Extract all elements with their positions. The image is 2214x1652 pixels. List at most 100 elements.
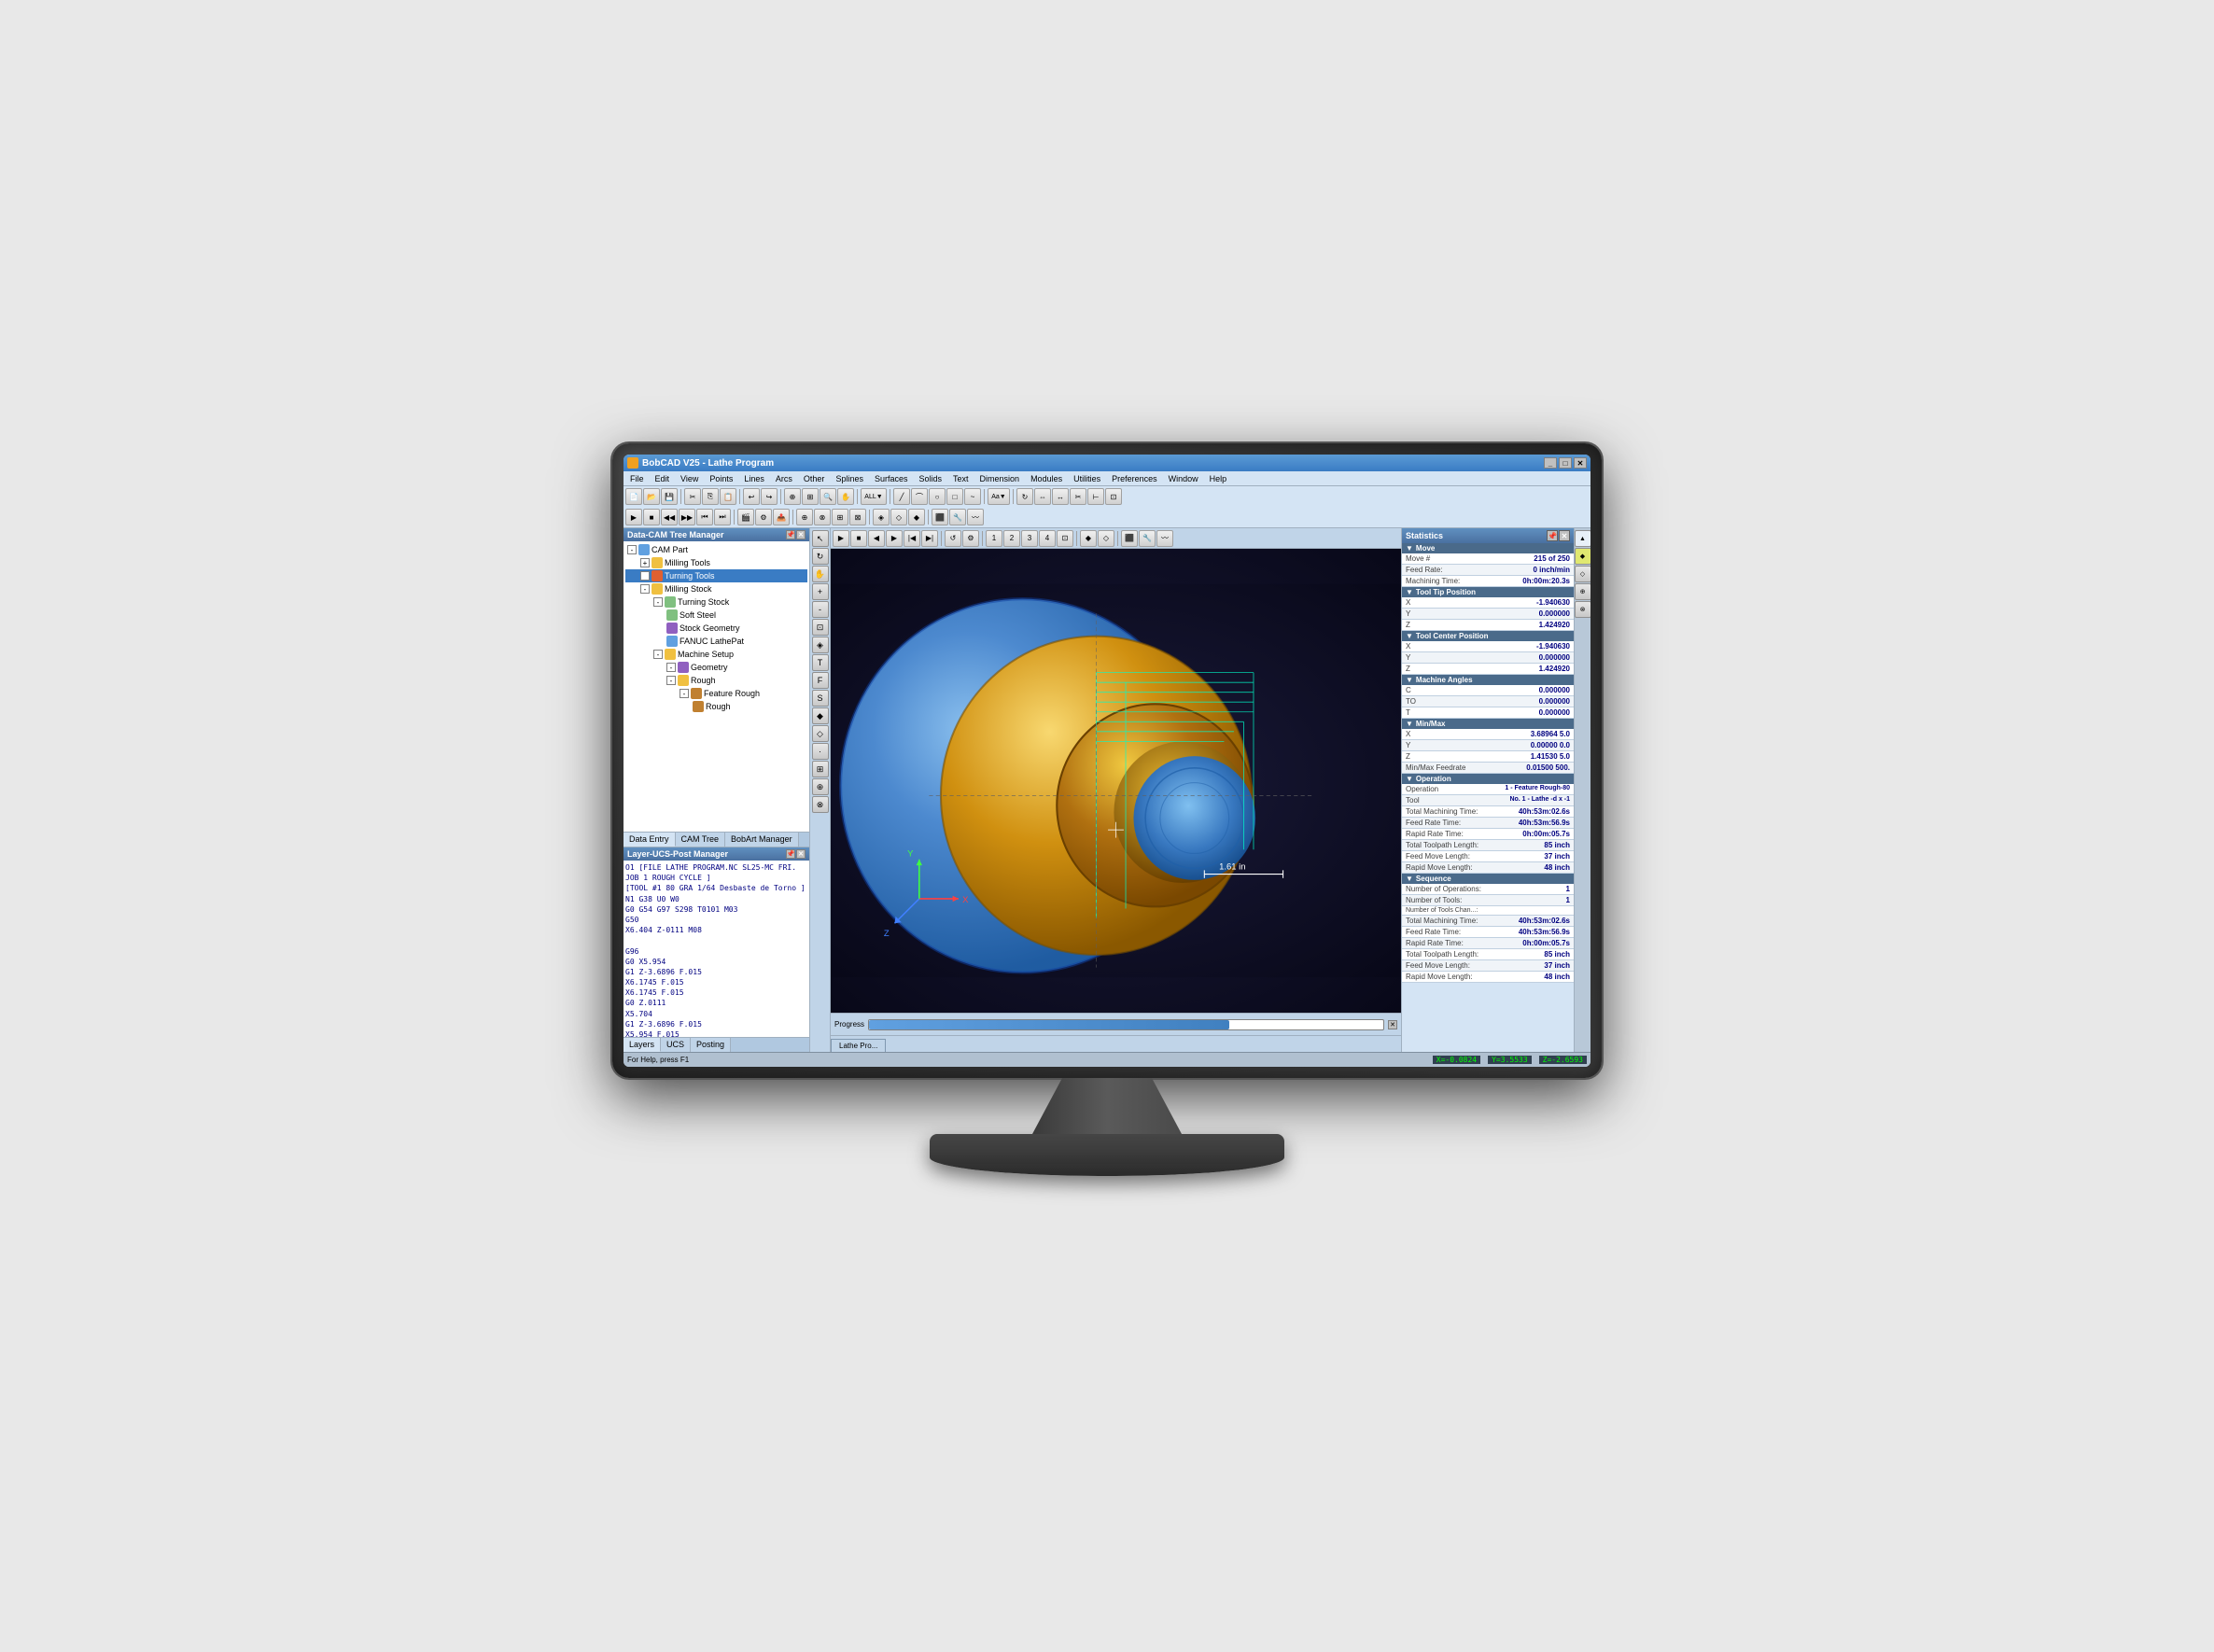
tb-pan[interactable]: ✋: [837, 488, 854, 505]
side-btn-view-front[interactable]: F: [812, 672, 829, 689]
side-btn-snap-mid[interactable]: ⊗: [812, 796, 829, 813]
close-button[interactable]: ✕: [1574, 457, 1587, 469]
progress-panel-close[interactable]: ✕: [1388, 1020, 1397, 1029]
tb2-play[interactable]: ▶: [625, 509, 642, 525]
tree-expand-milling[interactable]: +: [640, 558, 650, 567]
tab-layers[interactable]: Layers: [624, 1038, 661, 1052]
side-btn-snap-end[interactable]: ⊕: [812, 778, 829, 795]
menu-splines[interactable]: Splines: [831, 473, 868, 484]
tb-undo[interactable]: ↩: [743, 488, 760, 505]
vp-cam2[interactable]: 2: [1003, 530, 1020, 547]
tree-item-milling-tools[interactable]: + Milling Tools: [625, 556, 807, 569]
menu-text[interactable]: Text: [948, 473, 974, 484]
tb2-view4[interactable]: ⊠: [849, 509, 866, 525]
panel-header-controls[interactable]: 📌 ✕: [786, 530, 806, 539]
vp-step-back[interactable]: |◀: [904, 530, 920, 547]
side-btn-snap-grid[interactable]: ⊞: [812, 761, 829, 777]
rside-btn-3[interactable]: ◇: [1575, 566, 1591, 582]
menu-preferences[interactable]: Preferences: [1107, 473, 1162, 484]
menu-view[interactable]: View: [676, 473, 703, 484]
tb-arc[interactable]: ⌒: [911, 488, 928, 505]
tab-cam-tree[interactable]: CAM Tree: [676, 833, 726, 847]
tb-line[interactable]: ╱: [893, 488, 910, 505]
tree-expand-machine[interactable]: -: [653, 650, 663, 659]
code-panel-controls[interactable]: 📌 ✕: [786, 849, 806, 859]
tb2-wire[interactable]: ◇: [890, 509, 907, 525]
viewport-tab-main[interactable]: Lathe Pro...: [831, 1039, 886, 1052]
tree-expand-feature-rough[interactable]: -: [680, 689, 689, 698]
vp-cam1[interactable]: 1: [986, 530, 1002, 547]
vp-stop[interactable]: ■: [850, 530, 867, 547]
side-btn-wire[interactable]: ◇: [812, 725, 829, 742]
menu-arcs[interactable]: Arcs: [771, 473, 797, 484]
side-btn-zoom-in[interactable]: +: [812, 583, 829, 600]
stats-close[interactable]: 📌 ✕: [1547, 530, 1570, 541]
viewport-canvas[interactable]: X Y Z: [831, 549, 1401, 1013]
tree-item-fanuc[interactable]: FANUC LathePat: [625, 635, 807, 648]
rside-btn-5[interactable]: ⊗: [1575, 601, 1591, 618]
tree-item-turning-tools[interactable]: - Turning Tools: [625, 569, 807, 582]
tab-data-entry[interactable]: Data Entry: [624, 833, 676, 847]
tb2-cam[interactable]: ⚙: [755, 509, 772, 525]
tree-item-geometry[interactable]: - Geometry: [625, 661, 807, 674]
rside-btn-2[interactable]: ◆: [1575, 548, 1591, 565]
tb-save[interactable]: 💾: [661, 488, 678, 505]
vp-forward[interactable]: ▶: [886, 530, 903, 547]
vp-stock-vis[interactable]: ⬛: [1121, 530, 1138, 547]
tb-rect[interactable]: □: [946, 488, 963, 505]
tb-zoom[interactable]: 🔍: [820, 488, 836, 505]
side-btn-rotate[interactable]: ↻: [812, 548, 829, 565]
tb2-view1[interactable]: ⊕: [796, 509, 813, 525]
code-panel-close[interactable]: ✕: [796, 849, 806, 859]
tb-extend[interactable]: ⊢: [1087, 488, 1104, 505]
tab-bobart[interactable]: BobArt Manager: [725, 833, 799, 847]
menu-edit[interactable]: Edit: [651, 473, 675, 484]
tb-spline[interactable]: ~: [964, 488, 981, 505]
tree-item-milling-stock[interactable]: - Milling Stock: [625, 582, 807, 595]
side-btn-select[interactable]: ↖: [812, 530, 829, 547]
tb2-path[interactable]: 〰: [967, 509, 984, 525]
tb-all[interactable]: ALL▼: [861, 488, 887, 505]
menu-lines[interactable]: Lines: [739, 473, 769, 484]
stats-section-header-minmax[interactable]: ▼ Min/Max: [1402, 719, 1574, 729]
rside-btn-4[interactable]: ⊕: [1575, 583, 1591, 600]
side-btn-pan[interactable]: ✋: [812, 566, 829, 582]
tab-posting[interactable]: Posting: [691, 1038, 731, 1052]
tb2-tool[interactable]: 🔧: [949, 509, 966, 525]
tb-paste[interactable]: 📋: [720, 488, 736, 505]
tb-mirror[interactable]: ⇔: [1034, 488, 1051, 505]
maximize-button[interactable]: □: [1559, 457, 1572, 469]
tree-item-stock-geo[interactable]: Stock Geometry: [625, 622, 807, 635]
tb2-view2[interactable]: ⊗: [814, 509, 831, 525]
stats-section-header-op[interactable]: ▼ Operation: [1402, 774, 1574, 784]
tree-expand-cam-part[interactable]: -: [627, 545, 637, 554]
tree-item-feature-rough[interactable]: - Feature Rough: [625, 687, 807, 700]
menu-surfaces[interactable]: Surfaces: [870, 473, 913, 484]
tb-scale[interactable]: ↔: [1052, 488, 1069, 505]
rside-btn-1[interactable]: ▲: [1575, 530, 1591, 547]
panel-close-btn[interactable]: ✕: [796, 530, 806, 539]
side-btn-view-iso[interactable]: ◈: [812, 637, 829, 653]
tree-expand-mstock[interactable]: -: [640, 584, 650, 594]
vp-reset[interactable]: ↺: [945, 530, 961, 547]
vp-path-vis[interactable]: 〰: [1156, 530, 1173, 547]
tb-circle[interactable]: ○: [929, 488, 946, 505]
tb2-render[interactable]: ◈: [873, 509, 890, 525]
menu-help[interactable]: Help: [1205, 473, 1232, 484]
tree-expand-turning[interactable]: -: [640, 571, 650, 581]
tree-item-turning-stock[interactable]: - Turning Stock: [625, 595, 807, 609]
tree-expand-rough[interactable]: -: [666, 676, 676, 685]
tb2-shade[interactable]: ◆: [908, 509, 925, 525]
vp-cam4[interactable]: 4: [1039, 530, 1056, 547]
stats-section-header-center[interactable]: ▼ Tool Center Position: [1402, 631, 1574, 641]
menu-utilities[interactable]: Utilities: [1069, 473, 1105, 484]
vp-tool-vis[interactable]: 🔧: [1139, 530, 1156, 547]
menu-solids[interactable]: Solids: [915, 473, 947, 484]
menu-file[interactable]: File: [625, 473, 649, 484]
tb-snap[interactable]: ⊕: [784, 488, 801, 505]
menu-points[interactable]: Points: [705, 473, 737, 484]
side-btn-view-top[interactable]: T: [812, 654, 829, 671]
vp-step-fwd[interactable]: ▶|: [921, 530, 938, 547]
stats-section-header-angles[interactable]: ▼ Machine Angles: [1402, 675, 1574, 685]
vp-cam3[interactable]: 3: [1021, 530, 1038, 547]
